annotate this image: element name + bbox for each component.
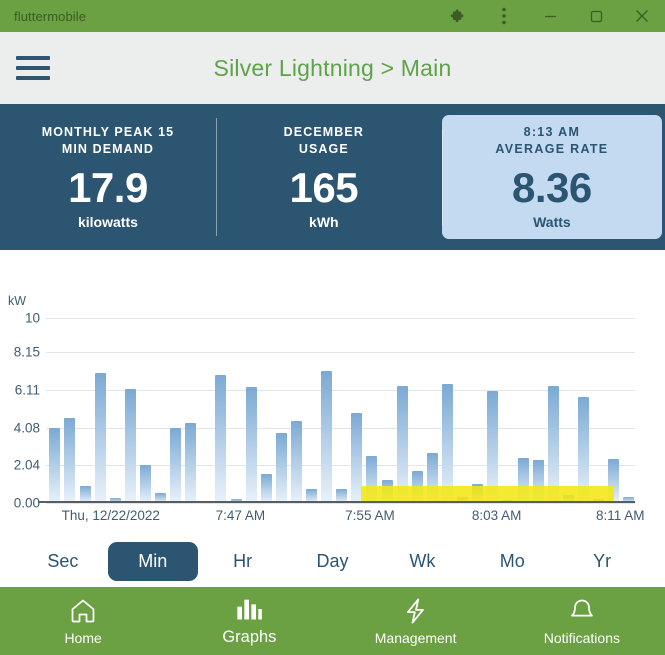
stat-card-monthly-peak: MONTHLY PEAK 15 MIN DEMAND 17.9 kilowatt… <box>0 104 216 250</box>
chart-bar[interactable] <box>139 465 151 503</box>
stat-card-december-usage: DECEMBER USAGE 165 kWh <box>215 104 432 250</box>
stat-label-line2: USAGE <box>298 141 349 156</box>
app-bar: Silver Lightning > Main <box>0 32 665 104</box>
gridline <box>46 503 635 504</box>
stat-value: 165 <box>289 163 359 211</box>
stat-card-average-rate: 8:13 AM AVERAGE RATE 8.36 Watts <box>441 115 662 239</box>
y-axis-tick-label: 4.08 <box>13 420 40 436</box>
close-button[interactable] <box>619 0 665 32</box>
bell-icon <box>568 597 596 625</box>
chart-bars[interactable] <box>46 318 635 503</box>
usage-chart[interactable]: kW 10 8.15 6.11 4.08 2.04 0.00 Thu, 12/22/202… <box>0 250 665 535</box>
more-menu-icon[interactable] <box>481 0 527 32</box>
range-option-day[interactable]: Day <box>288 542 378 581</box>
stat-unit: Watts <box>533 214 571 231</box>
chart-bar[interactable] <box>321 370 333 503</box>
y-axis-tick-label: 2.04 <box>13 457 40 473</box>
y-axis-tick-label: 10 <box>24 310 40 326</box>
extensions-icon[interactable] <box>435 0 481 32</box>
stat-label: MONTHLY PEAK 15 MIN DEMAND <box>42 124 175 158</box>
lightning-bolt-icon <box>402 597 430 625</box>
x-axis-line <box>38 501 635 503</box>
chart-bar[interactable] <box>170 427 182 503</box>
chart-bar[interactable] <box>215 375 227 503</box>
highlighter-annotation <box>361 486 615 501</box>
chart-bar[interactable] <box>260 474 272 503</box>
stat-value: 17.9 <box>68 163 148 211</box>
chart-bar[interactable] <box>275 432 287 503</box>
home-icon <box>68 597 98 625</box>
x-axis-tick-label: Thu, 12/22/2022 <box>61 508 160 523</box>
chart-bar[interactable] <box>245 387 257 503</box>
chart-bar[interactable] <box>94 372 106 503</box>
window-titlebar: fluttermobile <box>0 0 665 32</box>
range-option-yr[interactable]: Yr <box>557 542 647 581</box>
x-axis-tick-label: 8:11 AM <box>596 508 645 523</box>
window-controls <box>435 0 665 32</box>
x-axis-tick-label: 7:55 AM <box>345 508 395 523</box>
stat-label-line2: AVERAGE RATE <box>495 141 609 156</box>
y-axis-tick-label: 8.15 <box>13 344 40 360</box>
stat-label: DECEMBER USAGE <box>284 124 364 158</box>
bottom-navigation[interactable]: Home Graphs Management Notifications <box>0 587 665 655</box>
chart-bar[interactable] <box>64 417 76 503</box>
nav-item-label: Graphs <box>222 628 277 646</box>
chart-plot-area[interactable]: 10 8.15 6.11 4.08 2.04 0.00 <box>14 311 635 511</box>
x-axis-ticks: Thu, 12/22/2022 7:47 AM 7:55 AM 8:03 AM 8:11… <box>46 508 665 528</box>
y-axis-tick-label: 6.11 <box>14 382 40 398</box>
stat-label-line1: DECEMBER <box>283 124 364 139</box>
chart-bar[interactable] <box>124 389 136 503</box>
stat-label: 8:13 AM AVERAGE RATE <box>495 124 608 158</box>
range-option-hr[interactable]: Hr <box>198 542 288 581</box>
nav-item-graphs[interactable]: Graphs <box>166 595 332 647</box>
stat-label-line2: MIN DEMAND <box>61 141 155 156</box>
maximize-button[interactable] <box>573 0 619 32</box>
nav-item-notifications[interactable]: Notifications <box>499 597 665 646</box>
y-axis-unit-label: kW <box>8 294 27 308</box>
time-range-selector[interactable]: Sec Min Hr Day Wk Mo Yr <box>0 535 665 587</box>
range-option-mo[interactable]: Mo <box>467 542 557 581</box>
minimize-button[interactable] <box>527 0 573 32</box>
stats-strip: MONTHLY PEAK 15 MIN DEMAND 17.9 kilowatt… <box>0 104 665 250</box>
range-option-min[interactable]: Min <box>107 541 198 581</box>
stat-label-line1: MONTHLY PEAK 15 <box>41 124 175 139</box>
x-axis-tick-label: 7:47 AM <box>215 508 266 523</box>
stat-unit: kilowatts <box>77 214 138 231</box>
x-axis-tick-label: 8:03 AM <box>471 508 522 523</box>
chart-bar[interactable] <box>290 420 302 503</box>
nav-item-label: Management <box>374 629 457 646</box>
range-option-wk[interactable]: Wk <box>377 542 467 581</box>
chart-bar[interactable] <box>49 428 61 503</box>
window-title: fluttermobile <box>14 8 87 24</box>
page-title: Silver Lightning > Main <box>213 54 452 81</box>
y-axis-tick-label: 0.00 <box>13 495 40 511</box>
nav-item-home[interactable]: Home <box>0 597 166 646</box>
stat-label-line1: 8:13 AM <box>523 124 581 139</box>
stat-value: 8.36 <box>512 163 592 211</box>
nav-item-label: Home <box>64 629 102 646</box>
chart-bar[interactable] <box>185 423 197 503</box>
range-option-sec[interactable]: Sec <box>18 542 108 581</box>
bar-chart-icon <box>234 595 264 623</box>
stat-unit: kWh <box>309 214 339 231</box>
nav-item-label: Notifications <box>543 629 620 646</box>
nav-item-management[interactable]: Management <box>333 597 499 646</box>
